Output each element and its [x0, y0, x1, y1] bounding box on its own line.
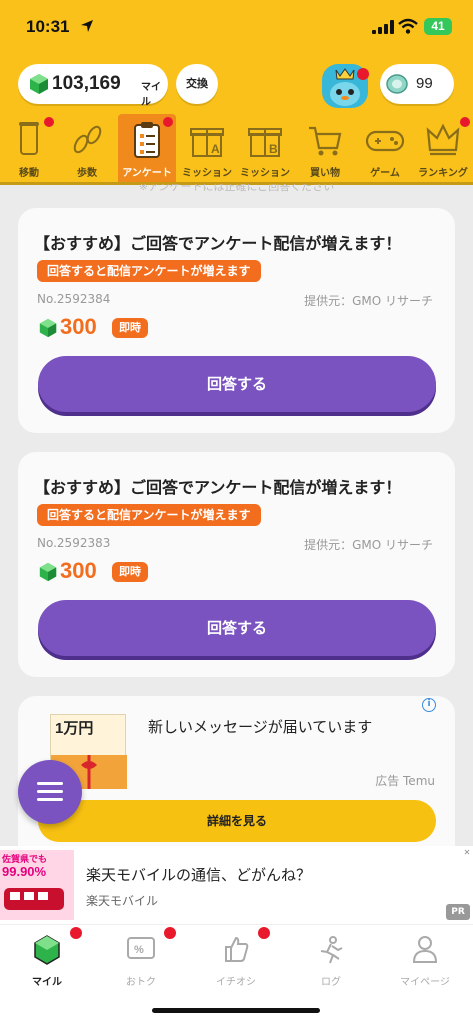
- gem-icon: [30, 74, 48, 94]
- runner-icon: [320, 936, 343, 964]
- miles-amount: 103,169: [52, 73, 121, 94]
- tab-label: マイページ: [400, 977, 450, 988]
- category-label: ミッション: [182, 168, 232, 179]
- survey-card: 【おすすめ】ご回答でアンケート配信が増えます！ 回答すると配信アンケートが増えま…: [18, 208, 455, 433]
- coupon-icon: %: [127, 937, 155, 959]
- tab-log[interactable]: ログ: [284, 925, 378, 995]
- ad-source: 広告 Temu: [375, 774, 435, 788]
- tab-label: ログ: [321, 977, 341, 988]
- notification-dot: [70, 927, 82, 939]
- status-time: 10:31: [26, 17, 70, 36]
- survey-tag: 回答すると配信アンケートが増えます: [37, 260, 261, 282]
- notification-dot: [460, 117, 470, 127]
- banner-ad[interactable]: 佐賀県でも 99.90% 楽天モバイルの通信、どがんね？ 楽天モバイル ✕ PR: [0, 846, 473, 924]
- exchange-button[interactable]: 交換: [176, 64, 218, 104]
- survey-title: 【おすすめ】ご回答でアンケート配信が増えます！: [34, 234, 402, 253]
- banner-subtitle: 楽天モバイル: [86, 894, 159, 908]
- miles-unit: マイル: [141, 82, 161, 108]
- banner-title: 楽天モバイルの通信、どがんね？: [86, 866, 312, 884]
- banner-image[interactable]: 佐賀県でも 99.90%: [0, 850, 74, 920]
- home-indicator: [152, 1008, 320, 1013]
- tab-label: おトク: [126, 977, 156, 988]
- ad-image-text: 1万円: [55, 720, 94, 737]
- category-nav: 移動 歩数 アンケート A ミッション B ミッション 買い物 ゲーム ランキン…: [0, 114, 473, 182]
- instant-badge: 即時: [112, 562, 148, 582]
- person-icon: [412, 936, 438, 963]
- banner-pr-badge: PR: [446, 904, 470, 920]
- ad-card[interactable]: i 1万円 新しいメッセージが届いています 広告 Temu 詳細を見る: [18, 696, 455, 856]
- category-steps[interactable]: 歩数: [58, 114, 116, 182]
- category-label: 歩数: [77, 168, 97, 179]
- answer-button[interactable]: 回答する: [38, 356, 436, 412]
- survey-points: 300: [60, 314, 97, 339]
- menu-fab[interactable]: [18, 760, 82, 824]
- survey-points: 300: [60, 558, 97, 583]
- survey-tag: 回答すると配信アンケートが増えます: [37, 504, 261, 526]
- instant-badge: 即時: [112, 318, 148, 338]
- category-mission-b[interactable]: B ミッション: [236, 114, 294, 182]
- coin-icon: [386, 74, 408, 94]
- battery-indicator: 41: [424, 18, 452, 35]
- footprints-icon: [73, 125, 102, 154]
- category-mission-a[interactable]: A ミッション: [178, 114, 236, 182]
- category-label: ミッション: [240, 168, 290, 179]
- survey-number: No.2592384: [37, 292, 111, 306]
- coin-balance[interactable]: 99: [380, 64, 454, 104]
- category-label: 買い物: [310, 168, 340, 179]
- phone-tube-icon: [19, 122, 39, 155]
- gem-icon: [34, 935, 60, 965]
- battery-level: 41: [431, 19, 445, 33]
- wifi-icon: [398, 18, 418, 34]
- cart-icon: [309, 126, 342, 156]
- survey-provider: 提供元：GMO リサーチ: [304, 294, 433, 308]
- app-header: 10:31 41 103,169 マイル 交換 99 移動 歩数 アンケート A…: [0, 0, 473, 184]
- survey-title: 【おすすめ】ご回答でアンケート配信が増えます！: [34, 478, 402, 497]
- tab-label: マイル: [32, 977, 62, 988]
- category-label: ランキング: [418, 168, 468, 179]
- survey-provider: 提供元：GMO リサーチ: [304, 538, 433, 552]
- crown-icon: [426, 123, 460, 156]
- cellular-signal-icon: [372, 20, 394, 34]
- gamepad-icon: [365, 130, 405, 152]
- tab-mypage[interactable]: マイページ: [378, 925, 472, 995]
- location-arrow-icon: [81, 20, 93, 32]
- notification-dot: [163, 117, 173, 127]
- status-bar: 10:31 41: [0, 0, 473, 54]
- category-label: 移動: [19, 168, 39, 179]
- svg-text:A: A: [211, 142, 220, 156]
- notification-dot: [357, 68, 369, 80]
- svg-text:%: %: [134, 944, 144, 956]
- gift-b-icon: B: [248, 128, 282, 157]
- clipboard-icon: [134, 122, 160, 158]
- gem-icon: [39, 562, 57, 582]
- category-game[interactable]: ゲーム: [356, 114, 414, 182]
- banner-close-icon[interactable]: ✕: [462, 848, 472, 858]
- answer-button[interactable]: 回答する: [38, 600, 436, 656]
- thumbs-up-icon: [225, 936, 249, 962]
- miles-balance[interactable]: 103,169 マイル: [18, 64, 168, 108]
- banner-image-text: 99.90%: [2, 864, 47, 879]
- category-shopping[interactable]: 買い物: [296, 114, 354, 182]
- ad-info-icon[interactable]: i: [422, 698, 436, 712]
- gift-a-icon: A: [190, 128, 224, 157]
- ad-title: 新しいメッセージが届いています: [148, 718, 373, 736]
- notification-dot: [258, 927, 270, 939]
- notification-dot: [44, 117, 54, 127]
- ad-details-button[interactable]: 詳細を見る: [38, 800, 436, 842]
- tab-label: イチオシ: [216, 977, 256, 988]
- survey-card: 【おすすめ】ご回答でアンケート配信が増えます！ 回答すると配信アンケートが増えま…: [18, 452, 455, 677]
- coin-amount: 99: [416, 75, 433, 92]
- gem-icon: [39, 318, 57, 338]
- survey-notice: ※アンケートには正確にご回答ください: [138, 184, 335, 193]
- notification-dot: [164, 927, 176, 939]
- banner-train-icon: [4, 888, 64, 910]
- svg-text:B: B: [269, 142, 278, 156]
- category-label: ゲーム: [370, 168, 400, 179]
- category-label: アンケート: [122, 168, 172, 179]
- survey-number: No.2592383: [37, 536, 111, 550]
